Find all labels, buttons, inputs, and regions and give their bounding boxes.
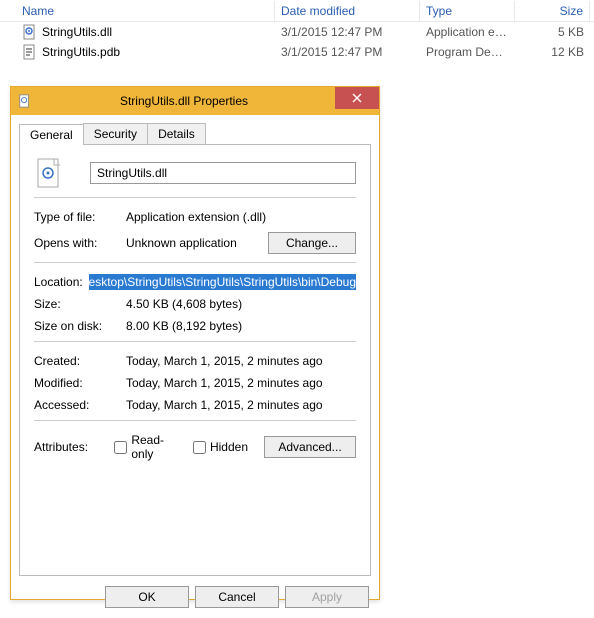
apply-button[interactable]: Apply — [285, 586, 369, 608]
value-modified: Today, March 1, 2015, 2 minutes ago — [126, 376, 356, 390]
dialog-button-row: OK Cancel Apply — [11, 576, 379, 618]
hidden-checkbox-wrap[interactable]: Hidden — [193, 440, 248, 454]
readonly-label: Read-only — [131, 433, 177, 461]
advanced-button[interactable]: Advanced... — [264, 436, 356, 458]
file-date: 3/1/2015 12:47 PM — [275, 43, 420, 61]
value-type-of-file: Application extension (.dll) — [126, 210, 356, 224]
value-created: Today, March 1, 2015, 2 minutes ago — [126, 354, 356, 368]
pdb-file-icon — [22, 44, 38, 60]
value-size-on-disk: 8.00 KB (8,192 bytes) — [126, 319, 356, 333]
label-attributes: Attributes: — [34, 440, 114, 454]
column-type[interactable]: Type — [420, 1, 515, 21]
file-size: 12 KB — [515, 43, 590, 61]
readonly-checkbox-wrap[interactable]: Read-only — [114, 433, 177, 461]
label-size-on-disk: Size on disk: — [34, 319, 126, 333]
column-date[interactable]: Date modified — [275, 1, 420, 21]
label-created: Created: — [34, 354, 126, 368]
value-accessed: Today, March 1, 2015, 2 minutes ago — [126, 398, 356, 412]
file-name: StringUtils.dll — [42, 25, 112, 39]
hidden-label: Hidden — [210, 440, 248, 454]
label-size: Size: — [34, 297, 126, 311]
dialog-title: StringUtils.dll Properties — [39, 94, 379, 108]
hidden-checkbox[interactable] — [193, 441, 206, 454]
value-size: 4.50 KB (4,608 bytes) — [126, 297, 356, 311]
file-name: StringUtils.pdb — [42, 45, 120, 59]
tab-strip: General Security Details — [19, 123, 371, 144]
column-name[interactable]: Name — [0, 1, 275, 21]
file-date: 3/1/2015 12:47 PM — [275, 23, 420, 41]
ok-button[interactable]: OK — [105, 586, 189, 608]
file-size: 5 KB — [515, 23, 590, 41]
dialog-icon — [17, 93, 33, 109]
file-row[interactable]: StringUtils.dll 3/1/2015 12:47 PM Applic… — [0, 22, 594, 42]
file-list-header: Name Date modified Type Size — [0, 0, 594, 22]
tab-general[interactable]: General — [19, 124, 84, 145]
value-location[interactable]: esktop\StringUtils\StringUtils\StringUti… — [89, 275, 356, 289]
cancel-button[interactable]: Cancel — [195, 586, 279, 608]
file-type-icon — [34, 157, 66, 189]
dll-file-icon — [22, 24, 38, 40]
close-button[interactable] — [335, 87, 379, 109]
file-type: Program Debug D... — [420, 43, 515, 61]
label-opens-with: Opens with: — [34, 236, 126, 250]
filename-input[interactable] — [90, 162, 356, 184]
tab-content-general: Type of file: Application extension (.dl… — [19, 144, 371, 576]
tab-security[interactable]: Security — [83, 123, 148, 144]
properties-dialog: StringUtils.dll Properties General Secur… — [10, 86, 380, 600]
separator — [34, 420, 356, 421]
change-button[interactable]: Change... — [268, 232, 356, 254]
title-bar[interactable]: StringUtils.dll Properties — [11, 87, 379, 115]
value-opens-with: Unknown application — [126, 236, 268, 250]
label-modified: Modified: — [34, 376, 126, 390]
column-size[interactable]: Size — [515, 1, 590, 21]
separator — [34, 262, 356, 263]
file-type: Application extens... — [420, 23, 515, 41]
readonly-checkbox[interactable] — [114, 441, 127, 454]
label-location: Location: — [34, 275, 89, 289]
label-accessed: Accessed: — [34, 398, 126, 412]
label-type-of-file: Type of file: — [34, 210, 126, 224]
separator — [34, 341, 356, 342]
tab-details[interactable]: Details — [147, 123, 206, 144]
separator — [34, 197, 356, 198]
file-row[interactable]: StringUtils.pdb 3/1/2015 12:47 PM Progra… — [0, 42, 594, 62]
